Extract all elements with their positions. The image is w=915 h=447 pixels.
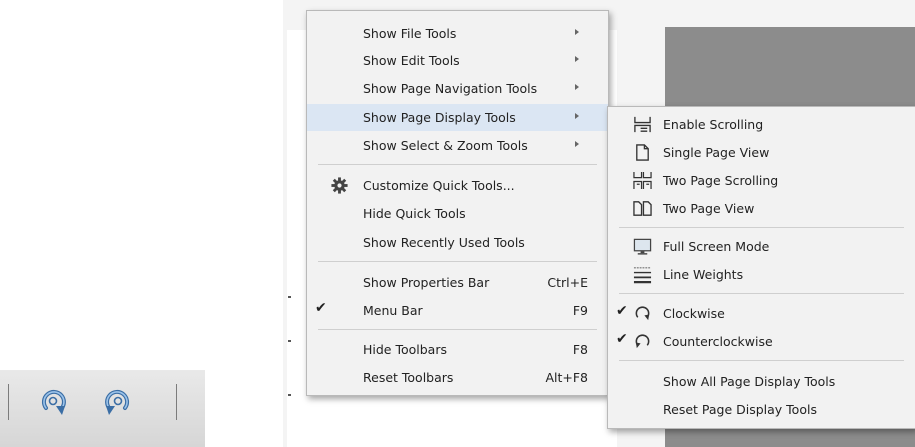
check-icon: ✔ xyxy=(315,300,327,316)
menu-item-label: Show Page Navigation Tools xyxy=(363,81,538,96)
submenu-item-full-screen-mode[interactable]: Full Screen Mode xyxy=(608,233,915,260)
page-display-tools-submenu: Enable Scrolling Single Page View Two Pa… xyxy=(607,106,915,429)
document-mark xyxy=(288,394,291,396)
menu-item-label: Show File Tools xyxy=(363,26,457,41)
submenu-item-reset-page-display-tools[interactable]: Reset Page Display Tools xyxy=(608,396,915,423)
menu-item-label: Show All Page Display Tools xyxy=(663,374,836,389)
menu-separator xyxy=(318,164,597,165)
menu-item-label: Two Page Scrolling xyxy=(663,173,779,188)
menu-item-shortcut: Ctrl+E xyxy=(547,275,588,290)
rotate-counterclockwise-icon xyxy=(105,389,130,415)
submenu-item-two-page-view[interactable]: Two Page View xyxy=(608,195,915,222)
submenu-arrow-icon xyxy=(575,56,579,62)
submenu-item-line-weights[interactable]: Line Weights xyxy=(608,261,915,288)
menu-item-shortcut: Alt+F8 xyxy=(545,370,588,385)
gear-icon xyxy=(331,177,348,194)
two-page-view-icon xyxy=(633,201,652,216)
menu-item-shortcut: F9 xyxy=(572,303,588,318)
menu-item-label: Reset Page Display Tools xyxy=(663,402,817,417)
submenu-item-enable-scrolling[interactable]: Enable Scrolling xyxy=(608,111,915,138)
menu-item-label: Clockwise xyxy=(663,306,725,321)
rotate-clockwise-icon xyxy=(41,389,66,415)
menu-item-shortcut: F8 xyxy=(572,342,588,357)
tools-context-menu: Show File Tools Show Edit Tools Show Pag… xyxy=(306,10,609,396)
toolbar-rotate-clockwise-button[interactable] xyxy=(34,382,74,422)
menu-item-show-edit-tools[interactable]: Show Edit Tools xyxy=(307,47,608,74)
submenu-arrow-icon xyxy=(575,141,579,147)
menu-item-show-page-display-tools[interactable]: Show Page Display Tools xyxy=(307,104,608,131)
scrolling-icon xyxy=(634,116,651,133)
menu-item-label: Line Weights xyxy=(663,267,744,282)
menu-item-label: Show Edit Tools xyxy=(363,53,460,68)
menu-item-reset-toolbars[interactable]: Reset Toolbars Alt+F8 xyxy=(307,364,608,391)
toolbar-separator xyxy=(176,384,177,420)
menu-item-label: Enable Scrolling xyxy=(663,117,764,132)
submenu-item-two-page-scrolling[interactable]: Two Page Scrolling xyxy=(608,167,915,194)
submenu-arrow-icon xyxy=(575,29,579,35)
menu-item-label: Counterclockwise xyxy=(663,334,773,349)
menu-separator xyxy=(619,227,904,228)
menu-item-label: Customize Quick Tools... xyxy=(363,178,515,193)
document-mark xyxy=(288,340,291,342)
menu-item-label: Reset Toolbars xyxy=(363,370,454,385)
menu-separator xyxy=(619,293,904,294)
submenu-item-show-all-page-display-tools[interactable]: Show All Page Display Tools xyxy=(608,368,915,395)
check-icon: ✔ xyxy=(616,303,628,319)
menu-item-menu-bar[interactable]: ✔ Menu Bar F9 xyxy=(307,297,608,324)
submenu-item-single-page-view[interactable]: Single Page View xyxy=(608,139,915,166)
submenu-item-counterclockwise[interactable]: ✔ Counterclockwise xyxy=(608,328,915,355)
menu-item-label: Show Page Display Tools xyxy=(363,110,516,125)
menu-item-label: Full Screen Mode xyxy=(663,239,770,254)
monitor-icon xyxy=(633,238,652,255)
submenu-item-clockwise[interactable]: ✔ Clockwise xyxy=(608,300,915,327)
menu-item-show-file-tools[interactable]: Show File Tools xyxy=(307,20,608,47)
menu-item-customize-quick-tools[interactable]: Customize Quick Tools... xyxy=(307,172,608,199)
submenu-arrow-icon xyxy=(575,84,579,90)
menu-item-label: Show Properties Bar xyxy=(363,275,490,290)
two-page-scrolling-icon xyxy=(633,171,652,190)
menu-item-show-page-navigation-tools[interactable]: Show Page Navigation Tools xyxy=(307,75,608,102)
menu-separator xyxy=(619,360,904,361)
menu-item-label: Hide Toolbars xyxy=(363,342,447,357)
menu-item-label: Menu Bar xyxy=(363,303,423,318)
menu-item-show-recently-used-tools[interactable]: Show Recently Used Tools xyxy=(307,229,608,256)
menu-item-label: Show Recently Used Tools xyxy=(363,235,525,250)
check-icon: ✔ xyxy=(616,331,628,347)
menu-separator xyxy=(318,261,597,262)
menu-item-hide-toolbars[interactable]: Hide Toolbars F8 xyxy=(307,336,608,363)
menu-item-label: Show Select & Zoom Tools xyxy=(363,138,528,153)
menu-item-label: Single Page View xyxy=(663,145,770,160)
single-page-icon xyxy=(636,144,649,161)
document-mark xyxy=(288,296,291,298)
menu-item-label: Two Page View xyxy=(663,201,755,216)
rotate-counterclockwise-icon xyxy=(635,334,650,349)
line-weights-icon xyxy=(633,267,652,284)
menu-item-label: Hide Quick Tools xyxy=(363,206,466,221)
rotate-clockwise-icon xyxy=(635,306,650,321)
toolbar-rotate-counterclockwise-button[interactable] xyxy=(97,382,137,422)
menu-item-show-select-zoom-tools[interactable]: Show Select & Zoom Tools xyxy=(307,132,608,159)
submenu-arrow-icon xyxy=(575,113,579,119)
menu-separator xyxy=(318,329,597,330)
rotate-toolbar xyxy=(0,370,205,447)
menu-item-hide-quick-tools[interactable]: Hide Quick Tools xyxy=(307,200,608,227)
menu-item-show-properties-bar[interactable]: Show Properties Bar Ctrl+E xyxy=(307,269,608,296)
toolbar-separator xyxy=(8,384,9,420)
